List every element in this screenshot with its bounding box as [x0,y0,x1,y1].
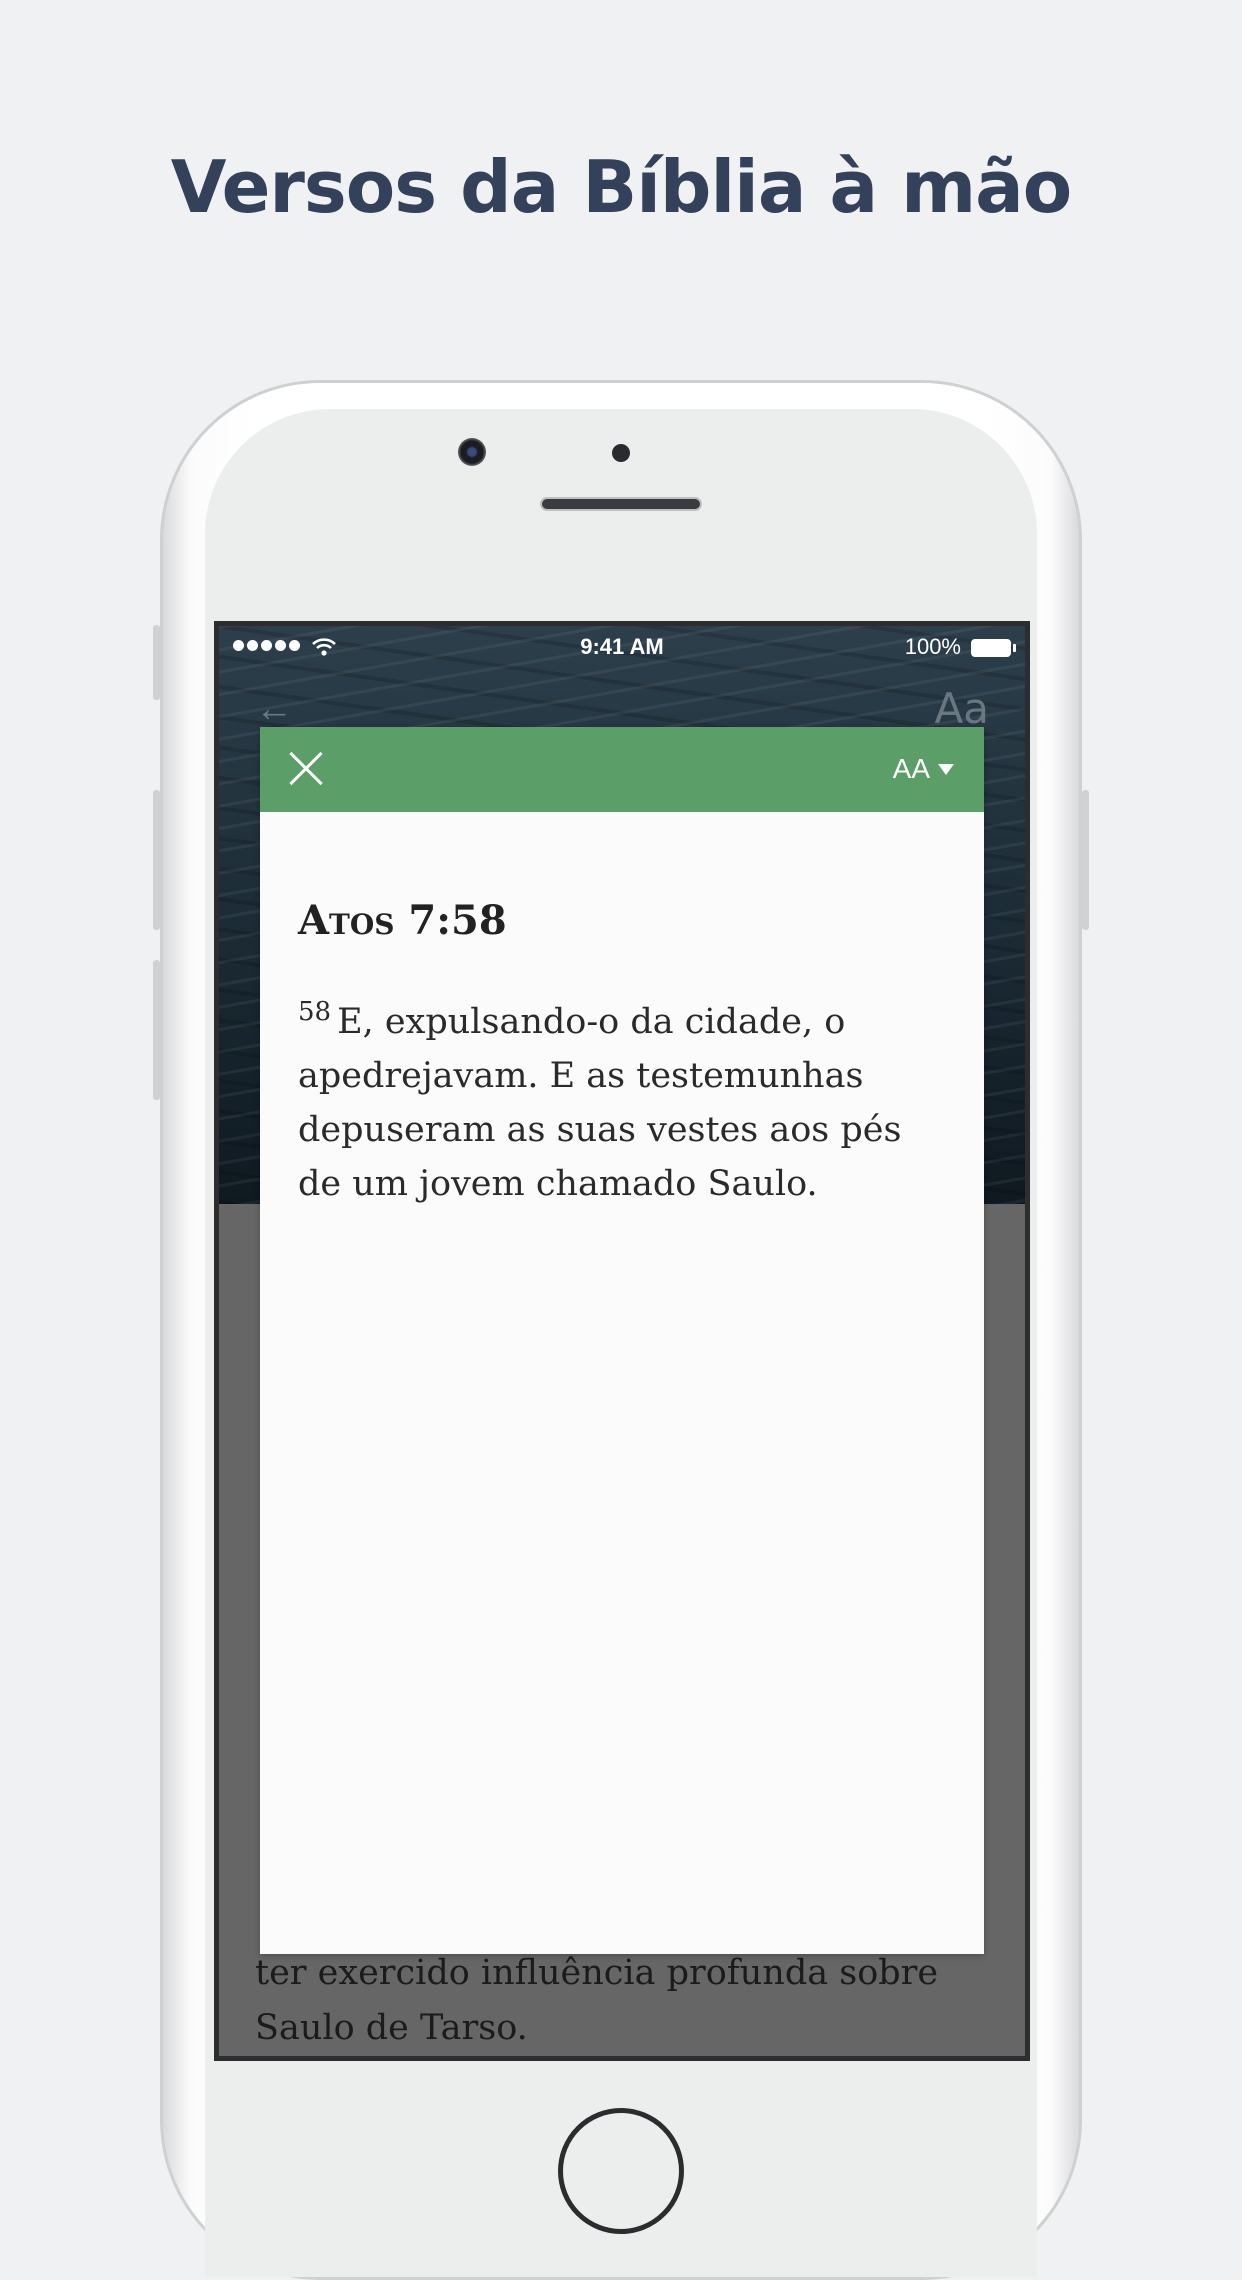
battery-percentage: 100% [904,634,961,659]
home-button[interactable] [558,2108,684,2234]
close-icon[interactable] [286,749,326,789]
back-arrow-icon[interactable]: ← [255,688,293,731]
verse-number: 58 [298,997,332,1028]
verse-reference: Atos 7:58 [298,897,507,944]
font-size-label: AA [892,753,930,784]
font-settings-button[interactable]: Aa [935,684,989,733]
popup-header: AA [260,727,984,812]
chevron-down-icon [938,763,954,775]
front-camera [458,438,486,466]
battery-icon [971,639,1016,657]
volume-up-button [153,790,160,930]
verse-body: E, expulsando-o da cidade, o apedrejavam… [298,1002,902,1204]
mute-switch [153,625,160,700]
verse-popup: AA Atos 7:58 58 E, expulsando-o da cidade… [260,727,984,1954]
earpiece-speaker [540,497,702,511]
volume-down-button [153,960,160,1100]
font-size-dropdown[interactable]: AA [893,753,954,785]
verse-text: 58 E, expulsando-o da cidade, o apedrejav… [298,995,948,1211]
headline: Versos da Bíblia à mão [170,145,1072,229]
proximity-sensor [612,444,630,462]
power-button [1082,790,1089,930]
background-passage-text: ter exercido influência profunda sobre S… [255,1953,939,2048]
status-bar: 9:41 AM 100% [219,626,1025,670]
